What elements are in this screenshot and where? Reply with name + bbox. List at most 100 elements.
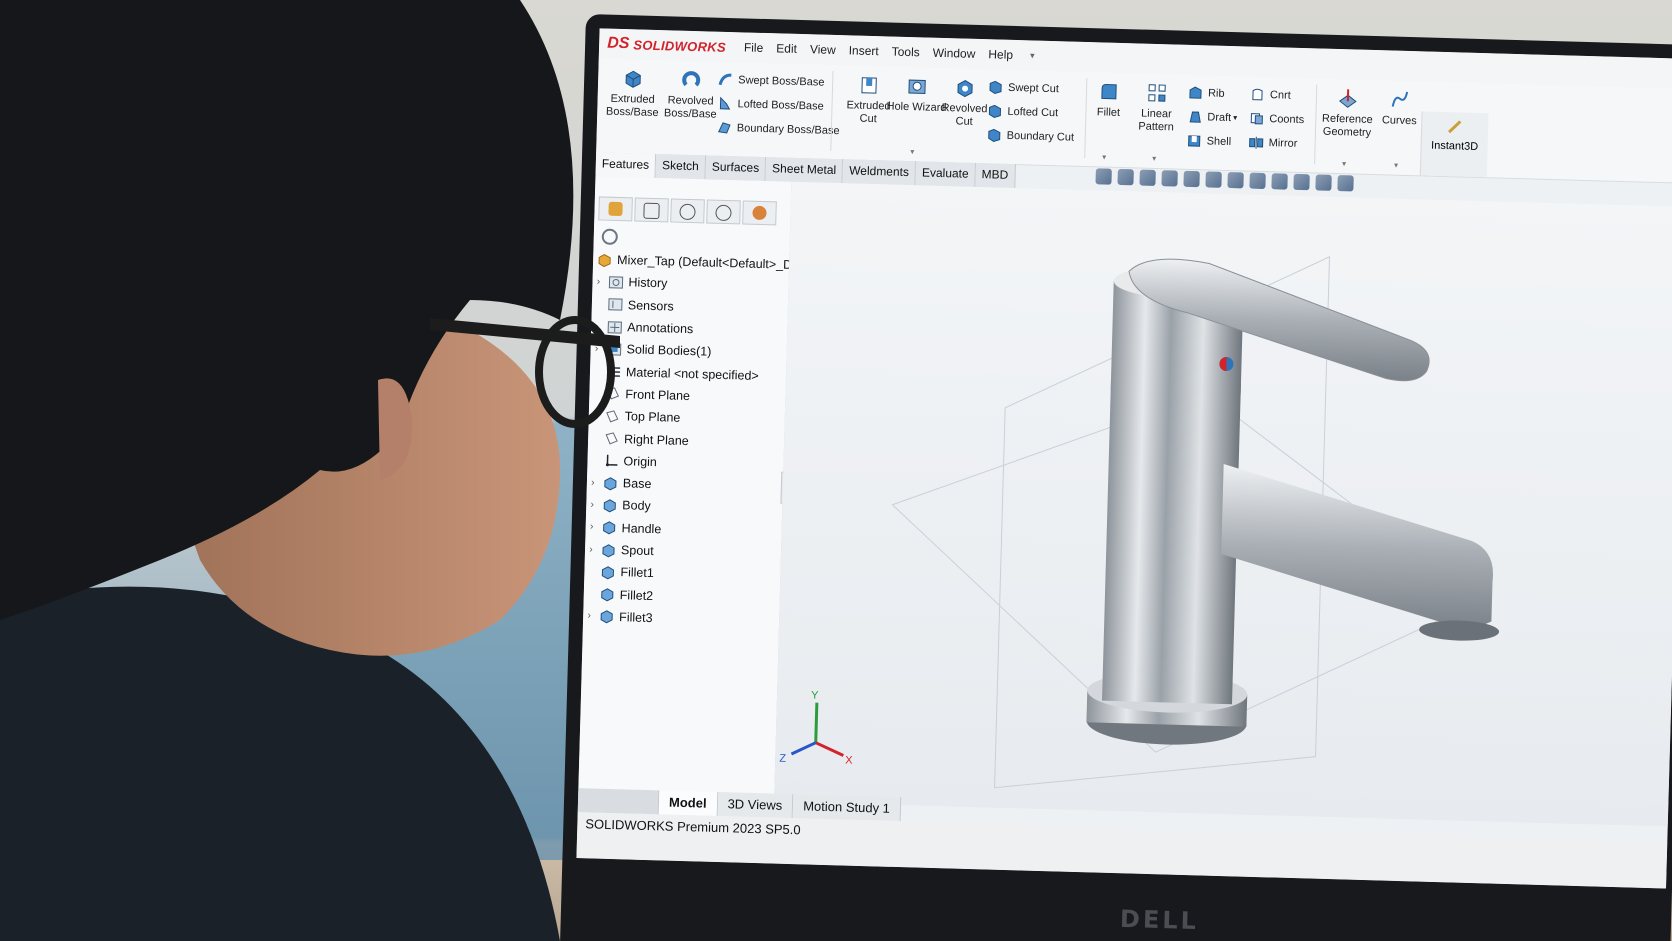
tab-weldments[interactable]: Weldments bbox=[842, 159, 917, 186]
apply-scene-icon[interactable] bbox=[1293, 173, 1310, 191]
tab-3d-views[interactable]: 3D Views bbox=[717, 791, 794, 819]
menu-edit[interactable]: Edit bbox=[776, 41, 797, 56]
zoom-to-area-icon[interactable] bbox=[1117, 168, 1134, 186]
menu-tools[interactable]: Tools bbox=[892, 45, 920, 60]
mirror-icon bbox=[1249, 136, 1264, 149]
instant3d-button[interactable]: Instant3D bbox=[1419, 111, 1489, 178]
wrap-label: Cnrt bbox=[1269, 88, 1291, 102]
app-window: DS SOLIDWORKS File Edit View Insert Tool… bbox=[576, 28, 1672, 889]
curves-label: Curves bbox=[1381, 114, 1417, 128]
rib-button[interactable]: Rib bbox=[1188, 85, 1225, 101]
faucet-body bbox=[1102, 380, 1241, 705]
lofted-boss-button[interactable]: Lofted Boss/Base bbox=[717, 96, 824, 114]
model-viewport: Y X Z bbox=[779, 256, 1509, 789]
swept-boss-button[interactable]: Swept Boss/Base bbox=[718, 72, 825, 90]
boundary-cut-icon bbox=[988, 128, 1001, 142]
boundary-boss-label: Boundary Boss/Base bbox=[736, 121, 840, 137]
extruded-cut-label: Extruded Cut bbox=[846, 99, 891, 126]
intersect-icon bbox=[1250, 113, 1263, 125]
draft-icon bbox=[1189, 111, 1201, 123]
swept-cut-label: Swept Cut bbox=[1007, 81, 1060, 95]
revolved-cut-icon bbox=[957, 80, 973, 98]
extruded-cut-icon bbox=[861, 77, 877, 94]
menu-view[interactable]: View bbox=[810, 42, 836, 57]
instant3d-icon bbox=[1448, 120, 1462, 134]
display-manager-tab[interactable] bbox=[742, 200, 777, 226]
linear-pattern-label: Linear Pattern bbox=[1138, 107, 1174, 134]
instant3d-label: Instant3D bbox=[1430, 139, 1479, 153]
shell-icon bbox=[1188, 135, 1201, 147]
faucet-spout bbox=[1221, 463, 1494, 631]
menu-insert[interactable]: Insert bbox=[849, 43, 879, 58]
reference-geometry-icon bbox=[1339, 89, 1357, 108]
sweep-icon bbox=[718, 73, 732, 86]
view-orientation-icon[interactable] bbox=[1205, 171, 1222, 188]
revolved-cut-label: Revolved Cut bbox=[941, 101, 988, 128]
shell-button[interactable]: Shell bbox=[1186, 133, 1231, 149]
lofted-cut-icon bbox=[988, 104, 1002, 118]
monitor-brand-logo: DELL bbox=[1119, 904, 1200, 936]
reference-geometry-label: Reference Geometry bbox=[1321, 112, 1373, 139]
reference-geometry-button[interactable]: Reference Geometry bbox=[1315, 82, 1381, 140]
menu-window[interactable]: Window bbox=[933, 46, 976, 61]
edit-appearance-icon[interactable] bbox=[1271, 173, 1288, 190]
hide-show-items-icon[interactable] bbox=[1249, 172, 1266, 190]
rib-label: Rib bbox=[1207, 86, 1225, 100]
intersect-label: Coonts bbox=[1269, 112, 1305, 126]
rib-icon bbox=[1189, 86, 1202, 99]
linear-pattern-dropdown-icon[interactable]: ▾ bbox=[1152, 154, 1156, 163]
section-view-icon[interactable] bbox=[1161, 170, 1178, 187]
tab-motion-study-1[interactable]: Motion Study 1 bbox=[792, 794, 902, 822]
tab-evaluate[interactable]: Evaluate bbox=[915, 161, 976, 187]
linear-pattern-button[interactable]: Linear Pattern bbox=[1129, 77, 1185, 134]
wrap-icon bbox=[1252, 88, 1263, 101]
tab-sheet-metal[interactable]: Sheet Metal bbox=[765, 157, 844, 184]
swept-cut-icon bbox=[989, 80, 1002, 94]
fillet-dropdown-icon[interactable]: ▾ bbox=[1102, 152, 1106, 161]
graphics-area[interactable]: Y X Z bbox=[774, 181, 1672, 827]
view-settings-icon[interactable] bbox=[1315, 174, 1332, 191]
draft-button[interactable]: Draft ▾ bbox=[1187, 109, 1237, 125]
photo-background: DS SOLIDWORKS File Edit View Insert Tool… bbox=[0, 0, 1672, 941]
menu-file[interactable]: File bbox=[744, 40, 764, 55]
hole-wizard-dropdown-icon[interactable]: ▾ bbox=[910, 147, 914, 156]
swept-cut-button[interactable]: Swept Cut bbox=[988, 79, 1059, 96]
fillet-label: Fillet bbox=[1096, 106, 1121, 119]
menu-help[interactable]: Help bbox=[988, 47, 1013, 62]
lofted-cut-label: Lofted Cut bbox=[1007, 105, 1059, 119]
boundary-boss-button[interactable]: Boundary Boss/Base bbox=[717, 120, 840, 138]
mirror-button[interactable]: Mirror bbox=[1248, 135, 1298, 151]
monitor: DS SOLIDWORKS File Edit View Insert Tool… bbox=[559, 14, 1672, 941]
dimxpert-icon bbox=[715, 204, 732, 222]
faucet-model[interactable] bbox=[1086, 257, 1509, 754]
lofted-cut-button[interactable]: Lofted Cut bbox=[987, 103, 1058, 120]
display-style-icon[interactable] bbox=[1227, 171, 1244, 189]
dimxpert-tab[interactable] bbox=[706, 199, 741, 225]
shell-label: Shell bbox=[1206, 134, 1232, 148]
boundary-cut-label: Boundary Cut bbox=[1006, 129, 1075, 144]
display-manager-icon bbox=[752, 205, 767, 221]
curves-icon bbox=[1391, 91, 1409, 107]
ribbon-separator bbox=[830, 70, 834, 151]
tab-mbd[interactable]: MBD bbox=[975, 162, 1016, 189]
display-monitor-icon[interactable] bbox=[1337, 175, 1354, 192]
zoom-to-fit-icon[interactable] bbox=[1095, 168, 1112, 185]
draft-dropdown-icon[interactable]: ▾ bbox=[1233, 113, 1237, 122]
boundary-cut-button[interactable]: Boundary Cut bbox=[987, 127, 1075, 144]
fillet-icon bbox=[1101, 84, 1117, 100]
dynamic-annotation-icon[interactable] bbox=[1183, 170, 1200, 188]
menu-overflow-icon[interactable]: ▾ bbox=[1030, 50, 1035, 61]
wrap-button[interactable]: Cnrt bbox=[1250, 87, 1291, 103]
curves-dropdown-icon[interactable]: ▾ bbox=[1394, 161, 1398, 170]
tab-surfaces[interactable]: Surfaces bbox=[705, 155, 767, 182]
intersect-button[interactable]: Coonts bbox=[1249, 111, 1304, 128]
mirror-label: Mirror bbox=[1268, 136, 1298, 150]
previous-view-icon[interactable] bbox=[1139, 169, 1156, 186]
curves-button[interactable]: Curves bbox=[1375, 84, 1424, 128]
draft-label: Draft bbox=[1207, 110, 1232, 124]
revolved-cut-button[interactable]: Revolved Cut bbox=[933, 72, 997, 130]
triad-x-label: X bbox=[845, 755, 853, 767]
reference-geometry-dropdown-icon[interactable]: ▾ bbox=[1342, 159, 1346, 168]
lofted-boss-label: Lofted Boss/Base bbox=[737, 97, 824, 113]
fillet-button[interactable]: Fillet bbox=[1083, 76, 1134, 120]
